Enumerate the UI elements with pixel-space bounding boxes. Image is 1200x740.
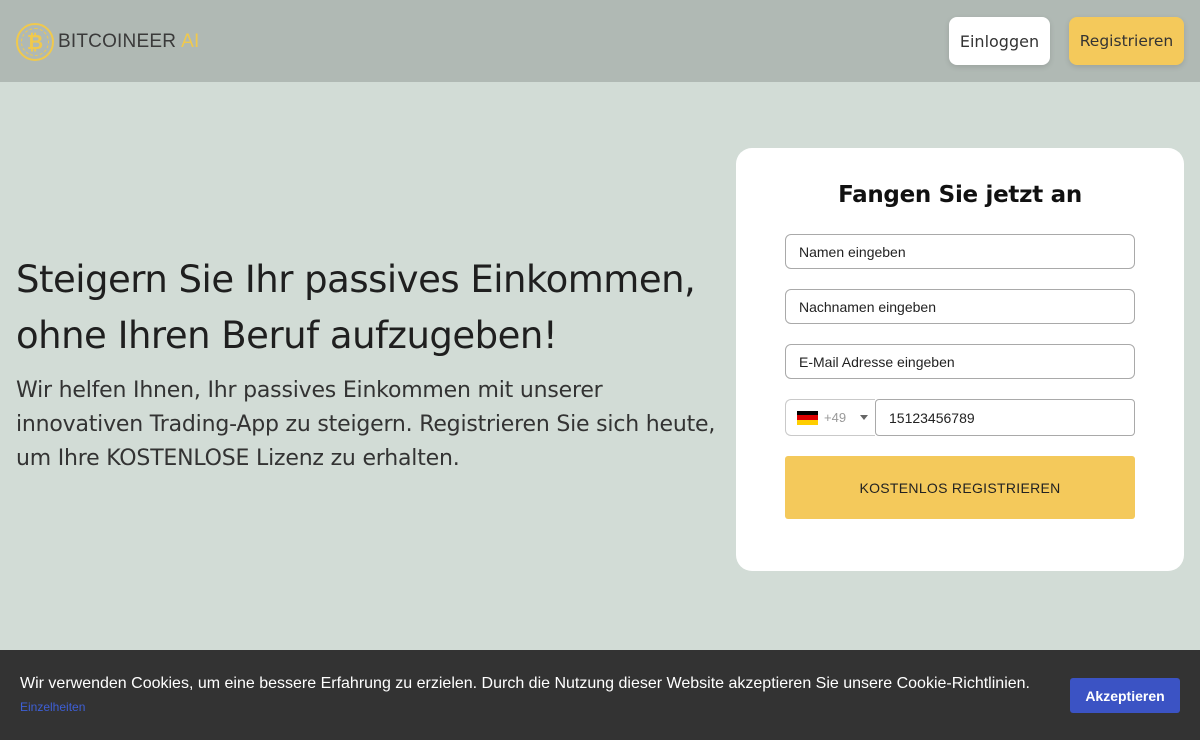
brand-logo[interactable]: ₿ BITCOINEER AI: [16, 22, 199, 62]
hero-title-line-2: ohne Ihren Beruf aufzugeben!: [16, 314, 558, 357]
accept-cookies-button[interactable]: Akzeptieren: [1070, 678, 1180, 713]
last-name-input[interactable]: [785, 289, 1135, 324]
signup-form-card: Fangen Sie jetzt an +49 KOSTENLOS REGIST…: [736, 148, 1184, 571]
phone-input[interactable]: [875, 399, 1135, 436]
brand-name-main: BITCOINEER: [58, 31, 177, 52]
cookie-details-link[interactable]: Einzelheiten: [20, 700, 85, 714]
site-header: ₿ BITCOINEER AI Einloggen Registrieren: [0, 0, 1200, 82]
brand-name-suffix: AI: [181, 31, 200, 52]
form-title: Fangen Sie jetzt an: [838, 182, 1082, 208]
bitcoin-coin-icon: ₿: [16, 23, 54, 61]
register-button[interactable]: Registrieren: [1069, 17, 1184, 65]
brand-name: BITCOINEER AI: [58, 31, 199, 53]
first-name-input[interactable]: [785, 234, 1135, 269]
chevron-down-icon: [860, 415, 869, 420]
dial-code: +49: [824, 410, 847, 425]
phone-field: +49: [785, 399, 1135, 436]
germany-flag-icon: [797, 410, 818, 425]
login-button[interactable]: Einloggen: [949, 17, 1050, 65]
cookie-message: Wir verwenden Cookies, um eine bessere E…: [20, 675, 1030, 692]
hero-title-line-1: Steigern Sie Ihr passives Einkommen,: [16, 258, 696, 301]
hero-title: Steigern Sie Ihr passives Einkommen, ohn…: [16, 252, 716, 364]
free-register-button[interactable]: KOSTENLOS REGISTRIEREN: [785, 456, 1135, 519]
hero-description: Wir helfen Ihnen, Ihr passives Einkommen…: [16, 378, 716, 471]
country-code-select[interactable]: +49: [785, 399, 875, 436]
cookie-banner: Wir verwenden Cookies, um eine bessere E…: [0, 650, 1200, 740]
email-input[interactable]: [785, 344, 1135, 379]
bitcoin-symbol: ₿: [26, 29, 44, 54]
